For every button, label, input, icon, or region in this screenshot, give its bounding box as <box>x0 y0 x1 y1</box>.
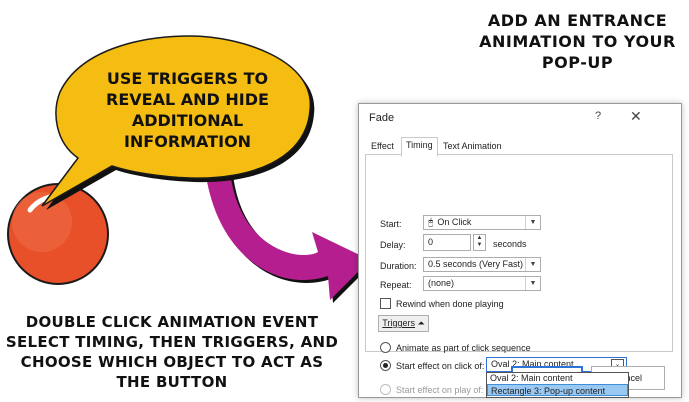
bottom-caption: Double click animation event select Timi… <box>5 313 339 391</box>
start-on-play-radio[interactable] <box>380 384 391 395</box>
delay-spinner[interactable]: ▲ ▼ <box>473 234 486 251</box>
triggers-label: Triggers <box>382 318 415 328</box>
tab-text-animation[interactable]: Text Animation <box>439 139 506 155</box>
chevron-down-icon: ▼ <box>525 258 540 271</box>
animate-sequence-radio[interactable] <box>380 342 391 353</box>
repeat-value: (none) <box>428 278 455 288</box>
rewind-checkbox[interactable] <box>380 298 391 309</box>
help-button[interactable]: ? <box>595 110 601 122</box>
repeat-label: Repeat: <box>380 280 412 290</box>
rewind-label: Rewind when done playing <box>396 299 504 309</box>
tab-effect[interactable]: Effect <box>367 139 398 155</box>
duration-value: 0.5 seconds (Very Fast) <box>428 259 524 269</box>
start-value: On Click <box>437 217 472 227</box>
option-oval-2[interactable]: Oval 2: Main content <box>487 373 628 384</box>
spin-up-icon[interactable]: ▲ <box>474 235 485 242</box>
timing-panel: SStart: 🖰On Click ▼ Delay: 0 ▲▼ seconds … <box>365 154 673 398</box>
callout-text: Use triggers to reveal and hide addition… <box>106 69 269 151</box>
mouse-icon: 🖰 <box>428 217 434 227</box>
radio-selected-dot <box>383 363 388 368</box>
start-label-text: Start: <box>380 219 402 229</box>
fade-dialog: Fade ? ✕ Effect Timing Text Animation SS… <box>358 103 682 398</box>
start-on-play-label: Start effect on play of: <box>396 385 484 395</box>
close-icon[interactable]: ✕ <box>630 108 642 125</box>
collapse-icon: ⏶ <box>417 318 425 328</box>
animate-sequence-label: Animate as part of click sequence <box>396 343 531 353</box>
repeat-select[interactable]: (none) ▼ <box>423 276 541 291</box>
duration-label: Duration: <box>380 261 417 271</box>
start-select[interactable]: 🖰 On Click ▼ <box>423 215 541 230</box>
delay-input[interactable]: 0 <box>423 234 471 251</box>
delay-label: Delay: <box>380 240 406 250</box>
start-on-click-label: Start effect on click of: <box>396 361 485 371</box>
chevron-down-icon: ▼ <box>525 216 540 229</box>
seconds-label: seconds <box>493 239 527 249</box>
spin-down-icon[interactable]: ▼ <box>474 242 485 249</box>
triggers-button[interactable]: Triggers ⏶ <box>378 315 429 332</box>
dialog-title: Fade <box>369 112 395 124</box>
option-rectangle-3[interactable]: Rectangle 3: Pop-up content <box>487 384 628 396</box>
top-caption: Add an Entrance animation to your pop-up <box>479 11 676 72</box>
trigger-object-options: Oval 2: Main content Rectangle 3: Pop-up… <box>486 372 629 398</box>
tab-timing[interactable]: Timing <box>401 137 438 157</box>
chevron-down-icon: ▼ <box>525 277 540 290</box>
start-label: SStart: <box>380 219 402 229</box>
start-on-click-radio[interactable] <box>380 360 391 371</box>
duration-select[interactable]: 0.5 seconds (Very Fast) ▼ <box>423 257 541 272</box>
